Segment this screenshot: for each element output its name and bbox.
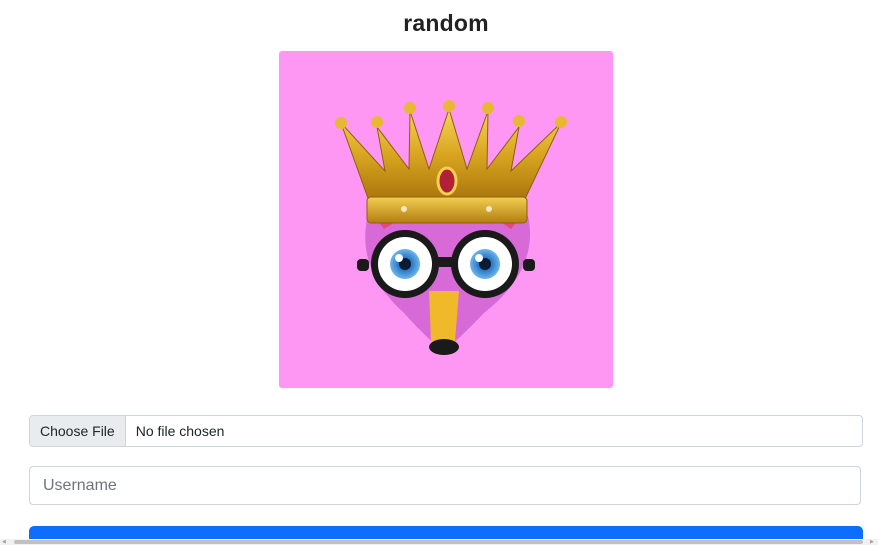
horizontal-scrollbar[interactable]: ◀ ▶	[0, 539, 878, 545]
scroll-right-icon[interactable]: ▶	[870, 540, 876, 545]
username-input[interactable]	[29, 466, 861, 505]
crowned-fox-avatar-icon	[335, 100, 567, 355]
page-title: random	[403, 10, 489, 36]
avatar-image	[279, 51, 613, 388]
page: random Choose File No file chosen Userna…	[0, 0, 878, 545]
file-status-label: No file chosen	[135, 423, 225, 439]
scrollbar-thumb[interactable]	[14, 540, 863, 544]
scroll-left-icon[interactable]: ◀	[2, 540, 8, 545]
choose-file-button[interactable]: Choose File	[30, 416, 126, 446]
file-input[interactable]: Choose File No file chosen	[29, 415, 863, 447]
